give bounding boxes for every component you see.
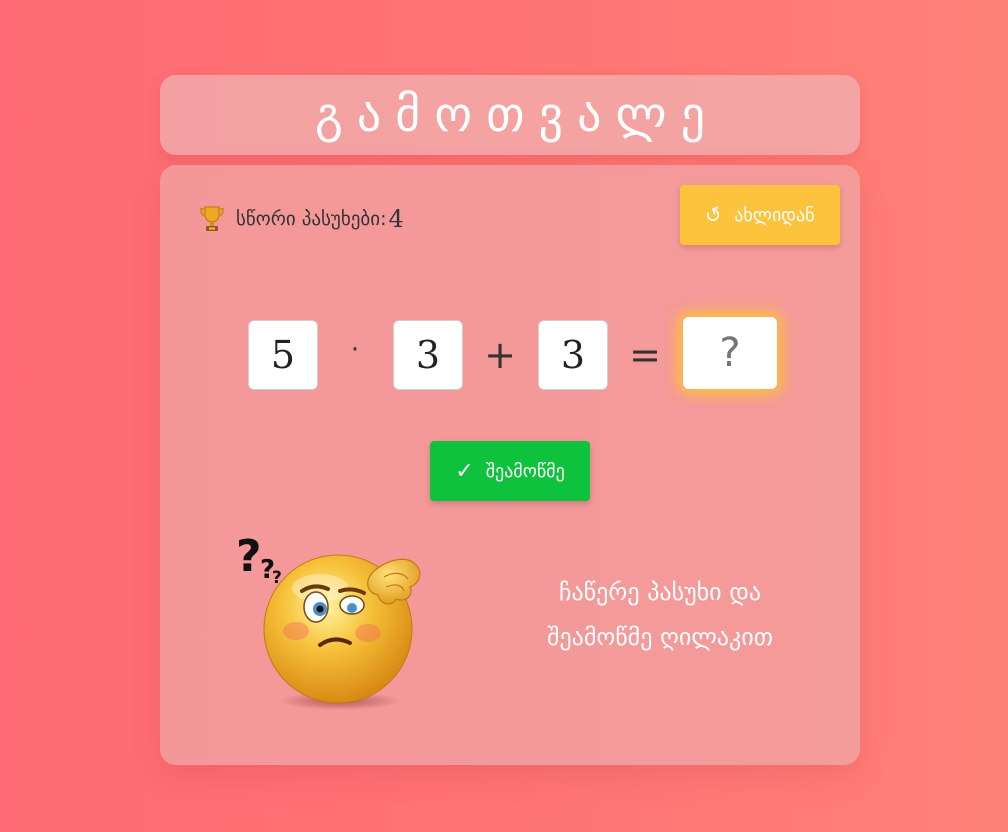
svg-text:?: ?	[236, 533, 262, 582]
header-card: გამოთვალე	[160, 75, 860, 155]
check-button-label: შეამოწმე	[485, 460, 565, 482]
hint-line-2: შეამოწმე ღილაკით	[547, 623, 773, 651]
plus-operator: +	[484, 333, 516, 377]
operand-2: 3	[393, 320, 463, 390]
equals-sign: =	[629, 333, 661, 377]
thinking-emoji-icon: ? ? ?	[234, 531, 444, 713]
multiply-operator: ·	[350, 335, 360, 365]
operand-1: 5	[248, 320, 318, 390]
restart-button-label: ახლიდან	[734, 204, 815, 226]
operand-3: 3	[538, 320, 608, 390]
hint-line-1: ჩაწერე პასუხი და	[558, 578, 762, 606]
score-display: სწორი პასუხები: 4	[199, 205, 404, 233]
page-title: გამოთვალე	[315, 87, 719, 143]
restart-button[interactable]: ↺ ახლიდან	[680, 185, 840, 245]
game-card: სწორი პასუხები: 4 ↺ ახლიდან 5 · 3 + 3 = …	[160, 165, 860, 765]
score-label: სწორი პასუხები:	[236, 208, 387, 230]
score-value: 4	[388, 205, 404, 233]
restart-icon: ↺	[701, 200, 726, 230]
hint-text: ჩაწერე პასუხი და შეამოწმე ღილაკით	[490, 570, 830, 660]
trophy-icon	[199, 205, 225, 233]
equation: 5 · 3 + 3 =	[160, 317, 860, 397]
answer-input[interactable]	[683, 317, 777, 389]
check-button[interactable]: ✓ შეამოწმე	[430, 441, 590, 501]
checkmark-icon: ✓	[455, 458, 474, 484]
